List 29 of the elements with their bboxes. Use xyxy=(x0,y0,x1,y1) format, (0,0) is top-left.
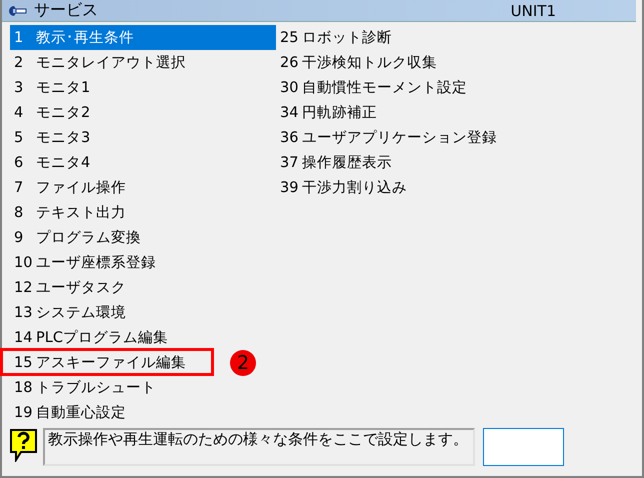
menu-item[interactable]: 12 ユーザタスク xyxy=(10,275,126,300)
menu-item[interactable]: 14 PLCプログラム編集 xyxy=(10,325,168,350)
menu-item[interactable]: 8 テキスト出力 xyxy=(10,200,126,225)
menu-item[interactable]: 34 円軌跡補正 xyxy=(276,100,377,125)
menu-item[interactable]: 6 モニタ4 xyxy=(10,150,90,175)
menu-item[interactable]: 25 ロボット診断 xyxy=(276,25,392,50)
menu-item[interactable]: 5 モニタ3 xyxy=(10,125,90,150)
menu-item[interactable]: 9 プログラム変換 xyxy=(10,225,141,250)
menu-item[interactable]: 2 モニタレイアウト選択 xyxy=(10,50,186,75)
menu-item[interactable]: 13 システム環境 xyxy=(10,300,126,325)
step-number: 2 xyxy=(230,350,256,376)
window-title: サービス xyxy=(34,0,99,21)
menu-item[interactable]: 36 ユーザアプリケーション登録 xyxy=(276,125,497,150)
input-field[interactable] xyxy=(483,428,564,466)
menu-item[interactable]: 30 自動慣性モーメント設定 xyxy=(276,75,467,100)
menu-item[interactable]: 1 教示･再生条件 xyxy=(10,25,276,50)
help-icon xyxy=(9,428,39,462)
menu-item[interactable]: 15 アスキーファイル編集 xyxy=(10,350,186,375)
unit-label: UNIT1 xyxy=(510,2,556,20)
menu-item[interactable]: 3 モニタ1 xyxy=(10,75,90,100)
menu-item[interactable]: 4 モニタ2 xyxy=(10,100,90,125)
menu-item[interactable]: 18 トラブルシュート xyxy=(10,375,156,400)
menu-item[interactable]: 26 干渉検知トルク収集 xyxy=(276,50,437,75)
menu-item[interactable]: 39 干渉力割り込み xyxy=(276,175,407,200)
menu-item[interactable]: 37 操作履歴表示 xyxy=(276,150,392,175)
menu-item[interactable]: 7 ファイル操作 xyxy=(10,175,126,200)
menu-item[interactable]: 19 自動重心設定 xyxy=(10,400,126,425)
help-message: 教示操作や再生運転のための様々な条件をここで設定します。 xyxy=(43,428,475,466)
menu-item[interactable]: 10 ユーザ座標系登録 xyxy=(10,250,156,275)
